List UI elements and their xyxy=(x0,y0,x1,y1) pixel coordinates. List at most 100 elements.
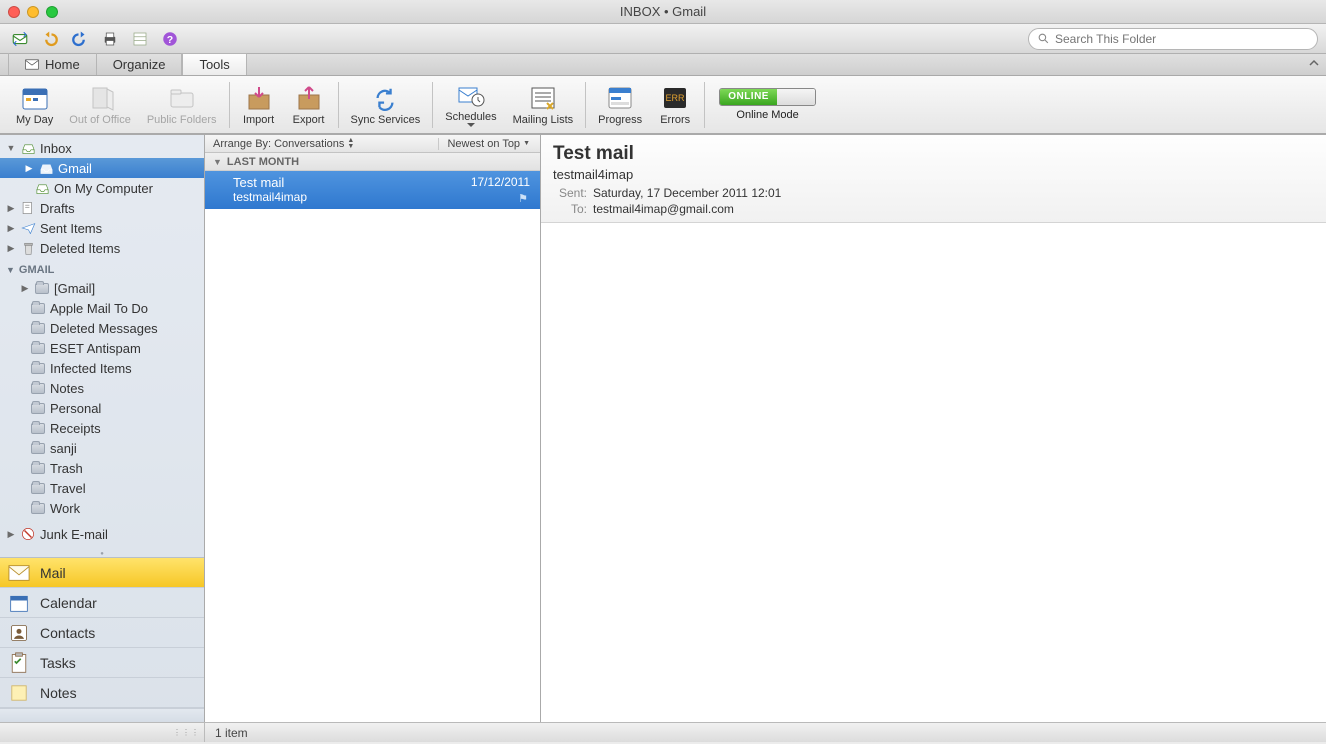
message-date: 17/12/2011 xyxy=(471,175,530,189)
search-field[interactable] xyxy=(1028,28,1318,50)
folder-icon xyxy=(30,500,46,516)
nav-tasks[interactable]: Tasks xyxy=(0,648,204,678)
help-button[interactable]: ? xyxy=(158,28,182,50)
tab-organize[interactable]: Organize xyxy=(97,53,183,75)
group-header[interactable]: ▼ LAST MONTH xyxy=(205,153,540,171)
sidebar-item-deleted[interactable]: ▶ Deleted Items xyxy=(0,238,204,258)
sync-services-button[interactable]: Sync Services xyxy=(343,77,429,133)
folder-tree: ▼ Inbox ▶ Gmail On My Computer ▶ Drafts xyxy=(0,135,204,551)
sidebar-folder-deleted-messages[interactable]: Deleted Messages xyxy=(0,318,204,338)
group-label: LAST MONTH xyxy=(227,156,299,168)
import-button[interactable]: Import xyxy=(234,77,284,133)
folder-icon xyxy=(30,460,46,476)
folder-icon xyxy=(30,300,46,316)
nav-calendar[interactable]: Calendar xyxy=(0,588,204,618)
sidebar-item-inbox[interactable]: ▼ Inbox xyxy=(0,138,204,158)
message-row[interactable]: Test mail testmail4imap 17/12/2011 ⚑ xyxy=(205,171,540,209)
sidebar-folder-notes[interactable]: Notes xyxy=(0,378,204,398)
envelope-icon xyxy=(25,59,39,70)
sidebar-section-gmail[interactable]: ▼ GMAIL xyxy=(0,258,204,278)
mailing-list-icon xyxy=(529,85,557,111)
account-computer-label: On My Computer xyxy=(54,181,153,196)
folder-label: ESET Antispam xyxy=(50,341,141,356)
collapse-ribbon-button[interactable] xyxy=(1308,57,1320,72)
sidebar: ▼ Inbox ▶ Gmail On My Computer ▶ Drafts xyxy=(0,135,205,722)
sidebar-item-drafts[interactable]: ▶ Drafts xyxy=(0,198,204,218)
door-icon xyxy=(85,85,115,111)
list-header: Arrange By: Conversations ▲▼ Newest on T… xyxy=(205,135,540,153)
nav-resizer[interactable] xyxy=(0,708,204,722)
message-body xyxy=(541,223,1326,722)
redo-icon xyxy=(71,30,89,48)
junk-label: Junk E-mail xyxy=(40,527,108,542)
contacts-icon xyxy=(8,622,30,644)
sort-button[interactable]: Newest on Top ▼ xyxy=(438,138,540,150)
help-icon: ? xyxy=(161,30,179,48)
sidebar-account-computer[interactable]: On My Computer xyxy=(0,178,204,198)
sidebar-folder--gmail-[interactable]: ▶[Gmail] xyxy=(0,278,204,298)
public-folders-button[interactable]: Public Folders xyxy=(139,77,225,133)
ribbon-tabs: Home Organize Tools xyxy=(0,54,1326,76)
my-day-button[interactable]: My Day xyxy=(8,77,61,133)
ribbon-separator xyxy=(432,82,433,128)
sidebar-account-gmail[interactable]: ▶ Gmail xyxy=(0,158,204,178)
tab-tools[interactable]: Tools xyxy=(182,53,246,75)
folder-label: Work xyxy=(50,501,80,516)
folder-icon xyxy=(30,360,46,376)
undo-icon xyxy=(41,30,59,48)
online-mode-label: Online Mode xyxy=(736,109,798,121)
sidebar-folder-personal[interactable]: Personal xyxy=(0,398,204,418)
minimize-window-button[interactable] xyxy=(27,6,39,18)
mailing-lists-button[interactable]: Mailing Lists xyxy=(505,77,582,133)
tab-tools-label: Tools xyxy=(199,57,229,72)
out-of-office-button[interactable]: Out of Office xyxy=(61,77,139,133)
sidebar-item-junk[interactable]: ▶ Junk E-mail xyxy=(0,524,204,544)
my-day-label: My Day xyxy=(16,114,53,126)
close-window-button[interactable] xyxy=(8,6,20,18)
sidebar-folder-infected-items[interactable]: Infected Items xyxy=(0,358,204,378)
quick-toolbar: ? xyxy=(0,24,1326,54)
online-badge-text: ONLINE xyxy=(720,89,777,105)
nav-mail[interactable]: Mail xyxy=(0,558,204,588)
trash-icon xyxy=(20,240,36,256)
folder-label: Trash xyxy=(50,461,83,476)
nav-contacts[interactable]: Contacts xyxy=(0,618,204,648)
sidebar-folder-apple-mail-to-do[interactable]: Apple Mail To Do xyxy=(0,298,204,318)
junk-icon xyxy=(20,526,36,542)
flag-icon[interactable]: ⚑ xyxy=(518,192,528,205)
folder-icon xyxy=(30,420,46,436)
sidebar-folder-sanji[interactable]: sanji xyxy=(0,438,204,458)
nav-contacts-label: Contacts xyxy=(40,625,95,641)
sidebar-item-sent[interactable]: ▶ Sent Items xyxy=(0,218,204,238)
redo-button[interactable] xyxy=(68,28,92,50)
undo-button[interactable] xyxy=(38,28,62,50)
send-receive-button[interactable] xyxy=(8,28,32,50)
list-view-button[interactable] xyxy=(128,28,152,50)
nav-calendar-label: Calendar xyxy=(40,595,97,611)
svg-text:?: ? xyxy=(167,33,173,45)
sidebar-folder-eset-antispam[interactable]: ESET Antispam xyxy=(0,338,204,358)
arrange-by-button[interactable]: Arrange By: Conversations ▲▼ xyxy=(205,138,438,150)
nav-notes[interactable]: Notes xyxy=(0,678,204,708)
print-button[interactable] xyxy=(98,28,122,50)
sidebar-folder-travel[interactable]: Travel xyxy=(0,478,204,498)
sidebar-grip[interactable]: ⋮⋮⋮ xyxy=(0,723,205,742)
sidebar-folder-work[interactable]: Work xyxy=(0,498,204,518)
calendar-icon xyxy=(8,592,30,614)
sidebar-folder-receipts[interactable]: Receipts xyxy=(0,418,204,438)
mailing-lists-label: Mailing Lists xyxy=(513,114,574,126)
nav-buttons: Mail Calendar Contacts Tasks Notes xyxy=(0,557,204,708)
sidebar-folder-trash[interactable]: Trash xyxy=(0,458,204,478)
tab-home[interactable]: Home xyxy=(8,53,97,75)
zoom-window-button[interactable] xyxy=(46,6,58,18)
errors-button[interactable]: ERR Errors xyxy=(650,77,700,133)
schedules-button[interactable]: Schedules xyxy=(437,77,504,133)
export-button[interactable]: Export xyxy=(284,77,334,133)
sent-label: Sent: xyxy=(553,186,587,200)
progress-button[interactable]: Progress xyxy=(590,77,650,133)
tab-organize-label: Organize xyxy=(113,57,166,72)
chevron-up-icon xyxy=(1308,57,1320,69)
online-mode-button[interactable]: ONLINE Online Mode xyxy=(719,88,816,121)
svg-text:ERR: ERR xyxy=(666,93,686,103)
search-input[interactable] xyxy=(1055,32,1309,46)
